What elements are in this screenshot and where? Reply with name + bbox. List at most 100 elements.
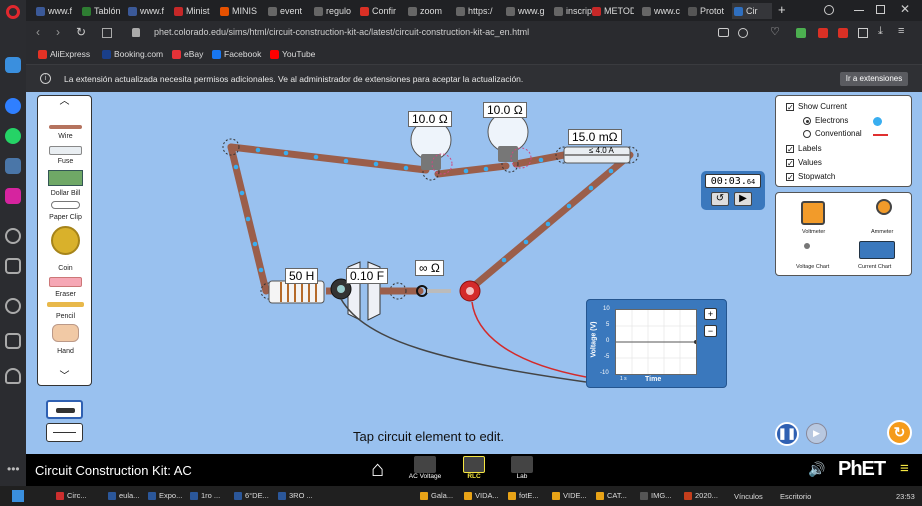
lightbulb-icon[interactable] [5, 368, 21, 384]
taskbar-app[interactable]: Expo... [148, 489, 182, 503]
cube-icon[interactable] [858, 28, 868, 38]
wire-icon[interactable] [49, 125, 82, 129]
taskbar-app[interactable]: 3RO ... [278, 489, 313, 503]
stopwatch-play-button[interactable]: ▶ [734, 192, 752, 206]
windows-start-icon[interactable] [12, 490, 24, 502]
camera-icon[interactable] [718, 28, 729, 37]
extension-red-icon[interactable] [818, 28, 828, 38]
ammeter-icon[interactable] [876, 199, 892, 215]
browser-tab[interactable]: www.g [504, 3, 548, 19]
browser-tab[interactable]: MINIS [218, 3, 262, 19]
back-icon[interactable]: ‹ [36, 25, 40, 39]
chart-zoom-in-button[interactable]: + [704, 308, 717, 320]
voltmeter-icon[interactable] [801, 201, 825, 225]
taskbar-app[interactable]: 6°DE... [234, 489, 269, 503]
coin-icon[interactable] [51, 226, 80, 255]
bookmark-item[interactable]: YouTube [270, 49, 315, 59]
taskbar-app[interactable]: IMG... [640, 489, 671, 503]
opera-logo-icon[interactable] [6, 5, 20, 19]
toolbox-scroll-down-button[interactable]: ﹀ [40, 372, 89, 383]
voltage-chart[interactable]: Voltage (V) 10 5 0 -5 -10 1 s Time + − [586, 299, 727, 388]
chart-zoom-out-button[interactable]: − [704, 325, 717, 337]
taskbar-app[interactable]: Circ... [56, 489, 87, 503]
toolbox-scroll-up-button[interactable]: ︿ [40, 97, 89, 108]
system-clock[interactable]: 23:53 [896, 492, 915, 501]
workspace-icon[interactable] [5, 57, 21, 73]
screen-ac-voltage-button[interactable]: AC Voltage [408, 456, 442, 484]
browser-tab[interactable]: Confir [358, 3, 402, 19]
download-icon[interactable]: ⤓ [878, 25, 883, 38]
browser-tab[interactable]: Protot [686, 3, 730, 19]
reset-all-button[interactable]: ↻ [887, 420, 912, 445]
taskbar-app[interactable]: eula... [108, 489, 139, 503]
url-field[interactable]: phet.colorado.edu/sims/html/circuit-cons… [154, 27, 529, 37]
schematic-view-button[interactable] [46, 423, 83, 442]
current-chart-icon[interactable] [859, 241, 895, 259]
browser-tab[interactable]: Minist [172, 3, 216, 19]
bookmark-item[interactable]: Facebook [212, 49, 261, 59]
taskbar-app[interactable]: CAT... [596, 489, 627, 503]
extensions-icon[interactable] [5, 333, 21, 349]
new-tab-button[interactable]: + [778, 2, 786, 17]
heart-icon[interactable]: ♡ [770, 25, 780, 38]
browser-tab[interactable]: regulo [312, 3, 356, 19]
instagram-icon[interactable] [5, 188, 21, 204]
extension-green-icon[interactable] [796, 28, 806, 38]
screen-lab-button[interactable]: Lab [505, 456, 539, 484]
history-icon[interactable] [5, 298, 21, 314]
screen-rlc-button[interactable]: RLC [457, 456, 491, 484]
messenger-icon[interactable] [5, 98, 21, 114]
player-icon[interactable] [5, 228, 21, 244]
whatsapp-icon[interactable] [5, 128, 21, 144]
phet-menu-button[interactable]: ≡ [900, 460, 909, 477]
home-button[interactable]: ⌂ [371, 456, 384, 482]
eraser-icon[interactable] [49, 277, 82, 287]
forward-icon[interactable]: › [56, 25, 60, 39]
browser-tab[interactable]: METOD [590, 3, 634, 19]
sound-toggle-button[interactable]: 🔊 [808, 461, 825, 478]
menu-icon[interactable]: ≡ [898, 25, 904, 37]
voltmeter-red-probe[interactable] [459, 280, 587, 378]
more-icon[interactable]: ••• [7, 462, 20, 476]
view-grid-icon[interactable] [102, 28, 112, 38]
inductor[interactable] [268, 280, 325, 304]
fuse-icon[interactable] [49, 146, 82, 155]
reload-icon[interactable]: ↻ [76, 25, 86, 39]
pencil-icon[interactable] [47, 302, 84, 307]
send-icon[interactable] [5, 258, 21, 274]
window-maximize-button[interactable] [876, 5, 885, 14]
browser-tab[interactable]: www.f [126, 3, 170, 19]
block-icon[interactable] [738, 28, 748, 38]
simulation-area[interactable]: 10.0 Ω 10.0 Ω 15.0 mΩ ≤ 4.0 A 50 H 0.10 … [26, 92, 922, 454]
browser-tab[interactable]: Tablón [80, 3, 124, 19]
browser-tab[interactable]: zoom [406, 3, 450, 19]
taskbar-app[interactable]: 2020... [684, 489, 718, 503]
voltage-chart-icon[interactable] [804, 243, 810, 249]
lifelike-view-button[interactable] [46, 400, 83, 419]
extension-red2-icon[interactable] [838, 28, 848, 38]
browser-tab[interactable]: www.c [640, 3, 684, 19]
window-minimize-button[interactable] [854, 10, 864, 11]
paper-clip-icon[interactable] [51, 201, 80, 209]
bookmark-item[interactable]: AliExpress [38, 49, 90, 59]
hand-icon[interactable] [52, 324, 79, 342]
taskbar-app[interactable]: VIDE... [552, 489, 587, 503]
bookmark-item[interactable]: Booking.com [102, 49, 163, 59]
search-tabs-icon[interactable] [824, 5, 834, 15]
window-close-button[interactable]: ✕ [900, 2, 910, 16]
stopwatch-reset-button[interactable]: ↺ [711, 192, 729, 206]
vk-icon[interactable] [5, 158, 21, 174]
browser-tab[interactable]: Cir [732, 3, 772, 19]
go-to-extensions-button[interactable]: Ir a extensiones [840, 72, 908, 86]
browser-tab[interactable]: https:/ [454, 3, 498, 19]
taskbar-app[interactable]: VIDA... [464, 489, 499, 503]
bookmark-item[interactable]: eBay [172, 49, 203, 59]
taskbar-app[interactable]: Gala... [420, 489, 453, 503]
step-forward-button[interactable]: ▶ [806, 423, 827, 444]
browser-tab[interactable]: event [266, 3, 310, 19]
taskbar-app[interactable]: fotE... [508, 489, 539, 503]
stopwatch[interactable]: 00:03.64 ↺ ▶ [701, 171, 765, 210]
pause-button[interactable]: ❚❚ [775, 422, 799, 446]
taskbar-app[interactable]: 1ro ... [190, 489, 220, 503]
escritorio-toolbar[interactable]: Escritorio [780, 492, 811, 501]
